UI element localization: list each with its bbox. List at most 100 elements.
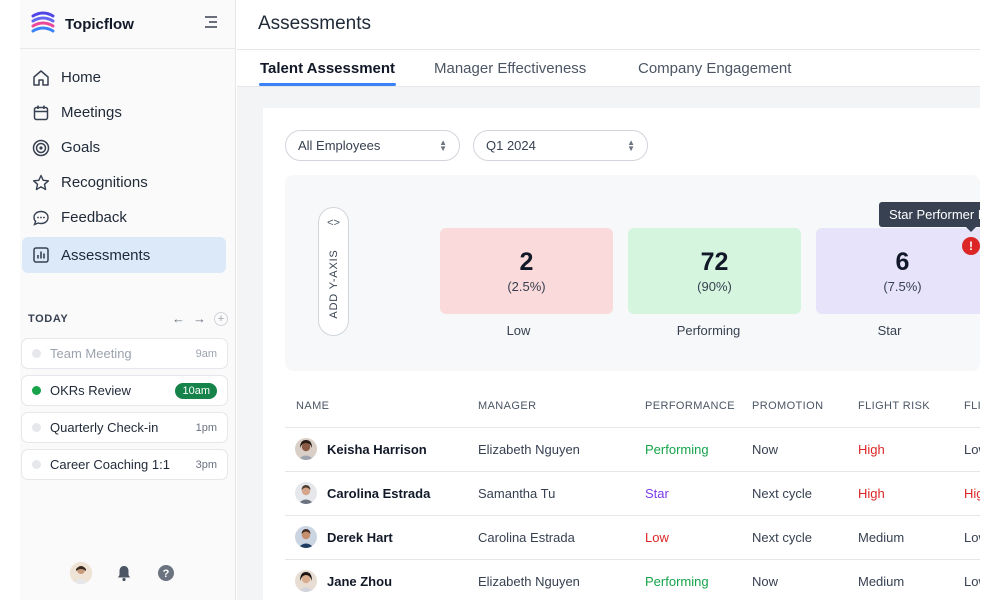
employee-name: Keisha Harrison [327, 442, 427, 457]
event-status-dot [32, 460, 41, 469]
event-time: 3pm [195, 458, 217, 471]
help-icon[interactable]: ? [156, 563, 176, 583]
sidebar-item-home[interactable]: Home [22, 60, 226, 95]
sidebar-item-label: Feedback [61, 209, 127, 226]
sidebar-item-label: Goals [61, 139, 101, 156]
today-header: TODAY ← → + [28, 311, 228, 326]
assessment-panel: All Employees ▲ ▼ Q1 2024 ▲ ▼ <> ADD Y-AXI… [263, 108, 1000, 600]
performance-value: Low [645, 530, 669, 545]
active-tab-indicator [259, 83, 396, 86]
bucket-low[interactable]: 2 (2.5%) [440, 228, 613, 314]
employees-select-value: All Employees [298, 138, 381, 153]
select-chevron-icon: ▲ ▼ [627, 137, 635, 153]
manager-name: Elizabeth Nguyen [478, 574, 580, 589]
bucket-label: Performing [676, 323, 741, 338]
page-margin [980, 0, 1000, 600]
column-header[interactable]: MANAGER [478, 400, 536, 412]
next-day-icon[interactable]: → [193, 311, 206, 326]
sidebar-item-label: Home [61, 69, 102, 86]
event-status-dot [32, 423, 41, 432]
event-time: 9am [195, 347, 217, 360]
tooltip-caret [965, 226, 977, 232]
event-status-dot [32, 386, 41, 395]
sidebar-item-goals[interactable]: Goals [22, 130, 226, 165]
topbar: Assessments [237, 0, 980, 50]
avatar [295, 526, 317, 548]
performance-value: Performing [645, 574, 709, 589]
event-career-coaching[interactable]: Career Coaching 1:1 3pm [21, 449, 228, 480]
bucket-label: Low [506, 323, 531, 338]
bell-icon[interactable] [114, 563, 134, 583]
bucket-count: 2 [519, 248, 534, 276]
sidebar: Topicflow Home Meetings Goals Recognitio… [20, 0, 236, 600]
sidebar-item-recognitions[interactable]: Recognitions [22, 165, 226, 200]
table-row[interactable]: Derek Hart Carolina Estrada Low Next cyc… [285, 516, 988, 560]
column-header[interactable]: PERFORMANCE [645, 400, 735, 412]
column-header[interactable]: FLI [964, 400, 981, 412]
alert-icon[interactable]: ! [962, 237, 980, 255]
add-y-axis-button[interactable]: <> ADD Y-AXIS [318, 207, 349, 336]
tab-manager-effectiveness[interactable]: Manager Effectiveness [434, 60, 586, 77]
bar-chart-icon [32, 246, 50, 264]
event-team-meeting[interactable]: Team Meeting 9am [21, 338, 228, 369]
performance-distribution: <> ADD Y-AXIS 2 (2.5%) Low 72 (90%) Perf… [285, 175, 1000, 371]
code-icon: <> [327, 217, 340, 229]
promotion-value: Now [752, 574, 779, 589]
add-y-axis-label: ADD Y-AXIS [327, 249, 340, 319]
target-icon [32, 139, 50, 157]
manager-name: Elizabeth Nguyen [478, 442, 580, 457]
table-row[interactable]: Carolina Estrada Samantha Tu Star Next c… [285, 472, 991, 516]
sidebar-item-meetings[interactable]: Meetings [22, 95, 226, 130]
sidebar-divider [20, 48, 236, 49]
event-label: Quarterly Check-in [50, 420, 159, 435]
today-title: TODAY [28, 312, 69, 325]
promotion-value: Next cycle [752, 486, 812, 501]
today-events: Team Meeting 9am OKRs Review 10am Quarte… [21, 338, 228, 486]
bucket-percent: (7.5%) [883, 279, 922, 294]
talent-table: NAME MANAGER PERFORMANCE PROMOTION FLIGH… [285, 388, 991, 600]
select-chevron-icon: ▲ ▼ [439, 137, 447, 153]
sidebar-item-label: Meetings [61, 104, 122, 121]
event-label: OKRs Review [50, 383, 131, 398]
table-row[interactable]: Jane Zhou Elizabeth Nguyen Performing No… [285, 560, 988, 600]
event-status-dot [32, 349, 41, 358]
tab-company-engagement[interactable]: Company Engagement [638, 60, 791, 77]
bucket-percent: (2.5%) [507, 279, 546, 294]
event-okrs-review[interactable]: OKRs Review 10am [21, 375, 228, 406]
avatar [295, 482, 317, 504]
menu-toggle-icon[interactable] [203, 14, 219, 30]
sidebar-item-assessments[interactable]: Assessments [22, 237, 226, 273]
employees-select[interactable]: All Employees ▲ ▼ [285, 130, 460, 161]
column-header[interactable]: FLIGHT RISK [858, 400, 930, 412]
performance-value: Performing [645, 442, 709, 457]
employee-name: Derek Hart [327, 530, 393, 545]
prev-day-icon[interactable]: ← [172, 311, 185, 326]
flight-risk-value: High [858, 486, 885, 501]
manager-name: Carolina Estrada [478, 530, 575, 545]
add-event-icon[interactable]: + [214, 311, 228, 326]
brand[interactable]: Topicflow [30, 10, 134, 38]
bucket-percent: (90%) [697, 279, 732, 294]
table-row[interactable]: Keisha Harrison Elizabeth Nguyen Perform… [285, 428, 988, 472]
calendar-icon [32, 104, 50, 122]
avatar [295, 570, 317, 592]
bucket-performing[interactable]: 72 (90%) [628, 228, 801, 314]
topicflow-logo-icon [31, 11, 55, 33]
star-icon [32, 174, 50, 192]
event-quarterly-check-in[interactable]: Quarterly Check-in 1pm [21, 412, 228, 443]
tab-talent-assessment[interactable]: Talent Assessment [260, 60, 395, 77]
main-content: Assessments Talent Assessment Manager Ef… [237, 0, 1000, 600]
event-label: Career Coaching 1:1 [50, 457, 170, 472]
promotion-value: Next cycle [752, 530, 812, 545]
period-select[interactable]: Q1 2024 ▲ ▼ [473, 130, 648, 161]
employee-name: Jane Zhou [327, 574, 393, 589]
app-name: Topicflow [65, 15, 134, 33]
sidebar-item-feedback[interactable]: Feedback [22, 200, 226, 235]
column-header[interactable]: NAME [296, 400, 329, 412]
column-header[interactable]: PROMOTION [752, 400, 823, 412]
performance-value: Star [645, 486, 669, 501]
user-avatar[interactable] [70, 562, 92, 584]
sidebar-item-label: Assessments [61, 246, 151, 264]
bucket-count: 6 [895, 248, 910, 276]
avatar [295, 438, 317, 460]
